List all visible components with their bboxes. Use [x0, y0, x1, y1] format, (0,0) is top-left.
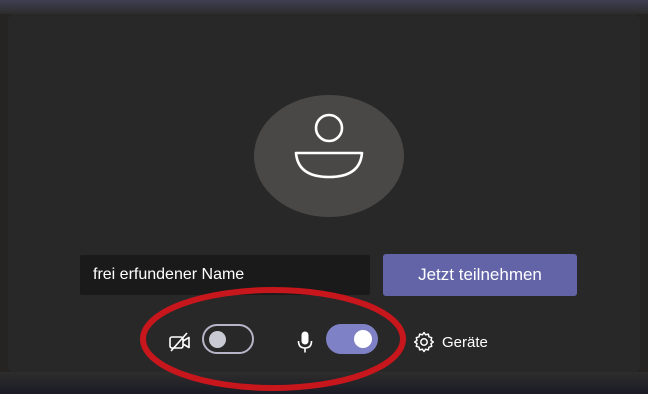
- camera-off-icon: [169, 332, 190, 352]
- teams-prejoin-screen: Jetzt teilnehmen Geräte: [0, 0, 648, 394]
- bottom-edge: [0, 372, 648, 394]
- top-edge: [0, 0, 648, 14]
- person-icon: [294, 113, 364, 179]
- join-now-button[interactable]: Jetzt teilnehmen: [383, 254, 577, 296]
- devices-label: Geräte: [442, 333, 488, 351]
- microphone-icon: [297, 331, 313, 353]
- avatar: [254, 95, 404, 217]
- devices-button[interactable]: Geräte: [412, 328, 488, 356]
- name-field[interactable]: [80, 255, 370, 295]
- gear-icon: [413, 331, 435, 353]
- camera-toggle-knob: [209, 331, 226, 348]
- camera-toggle[interactable]: [202, 324, 254, 354]
- microphone-toggle[interactable]: [326, 324, 378, 354]
- microphone-toggle-knob: [354, 330, 372, 348]
